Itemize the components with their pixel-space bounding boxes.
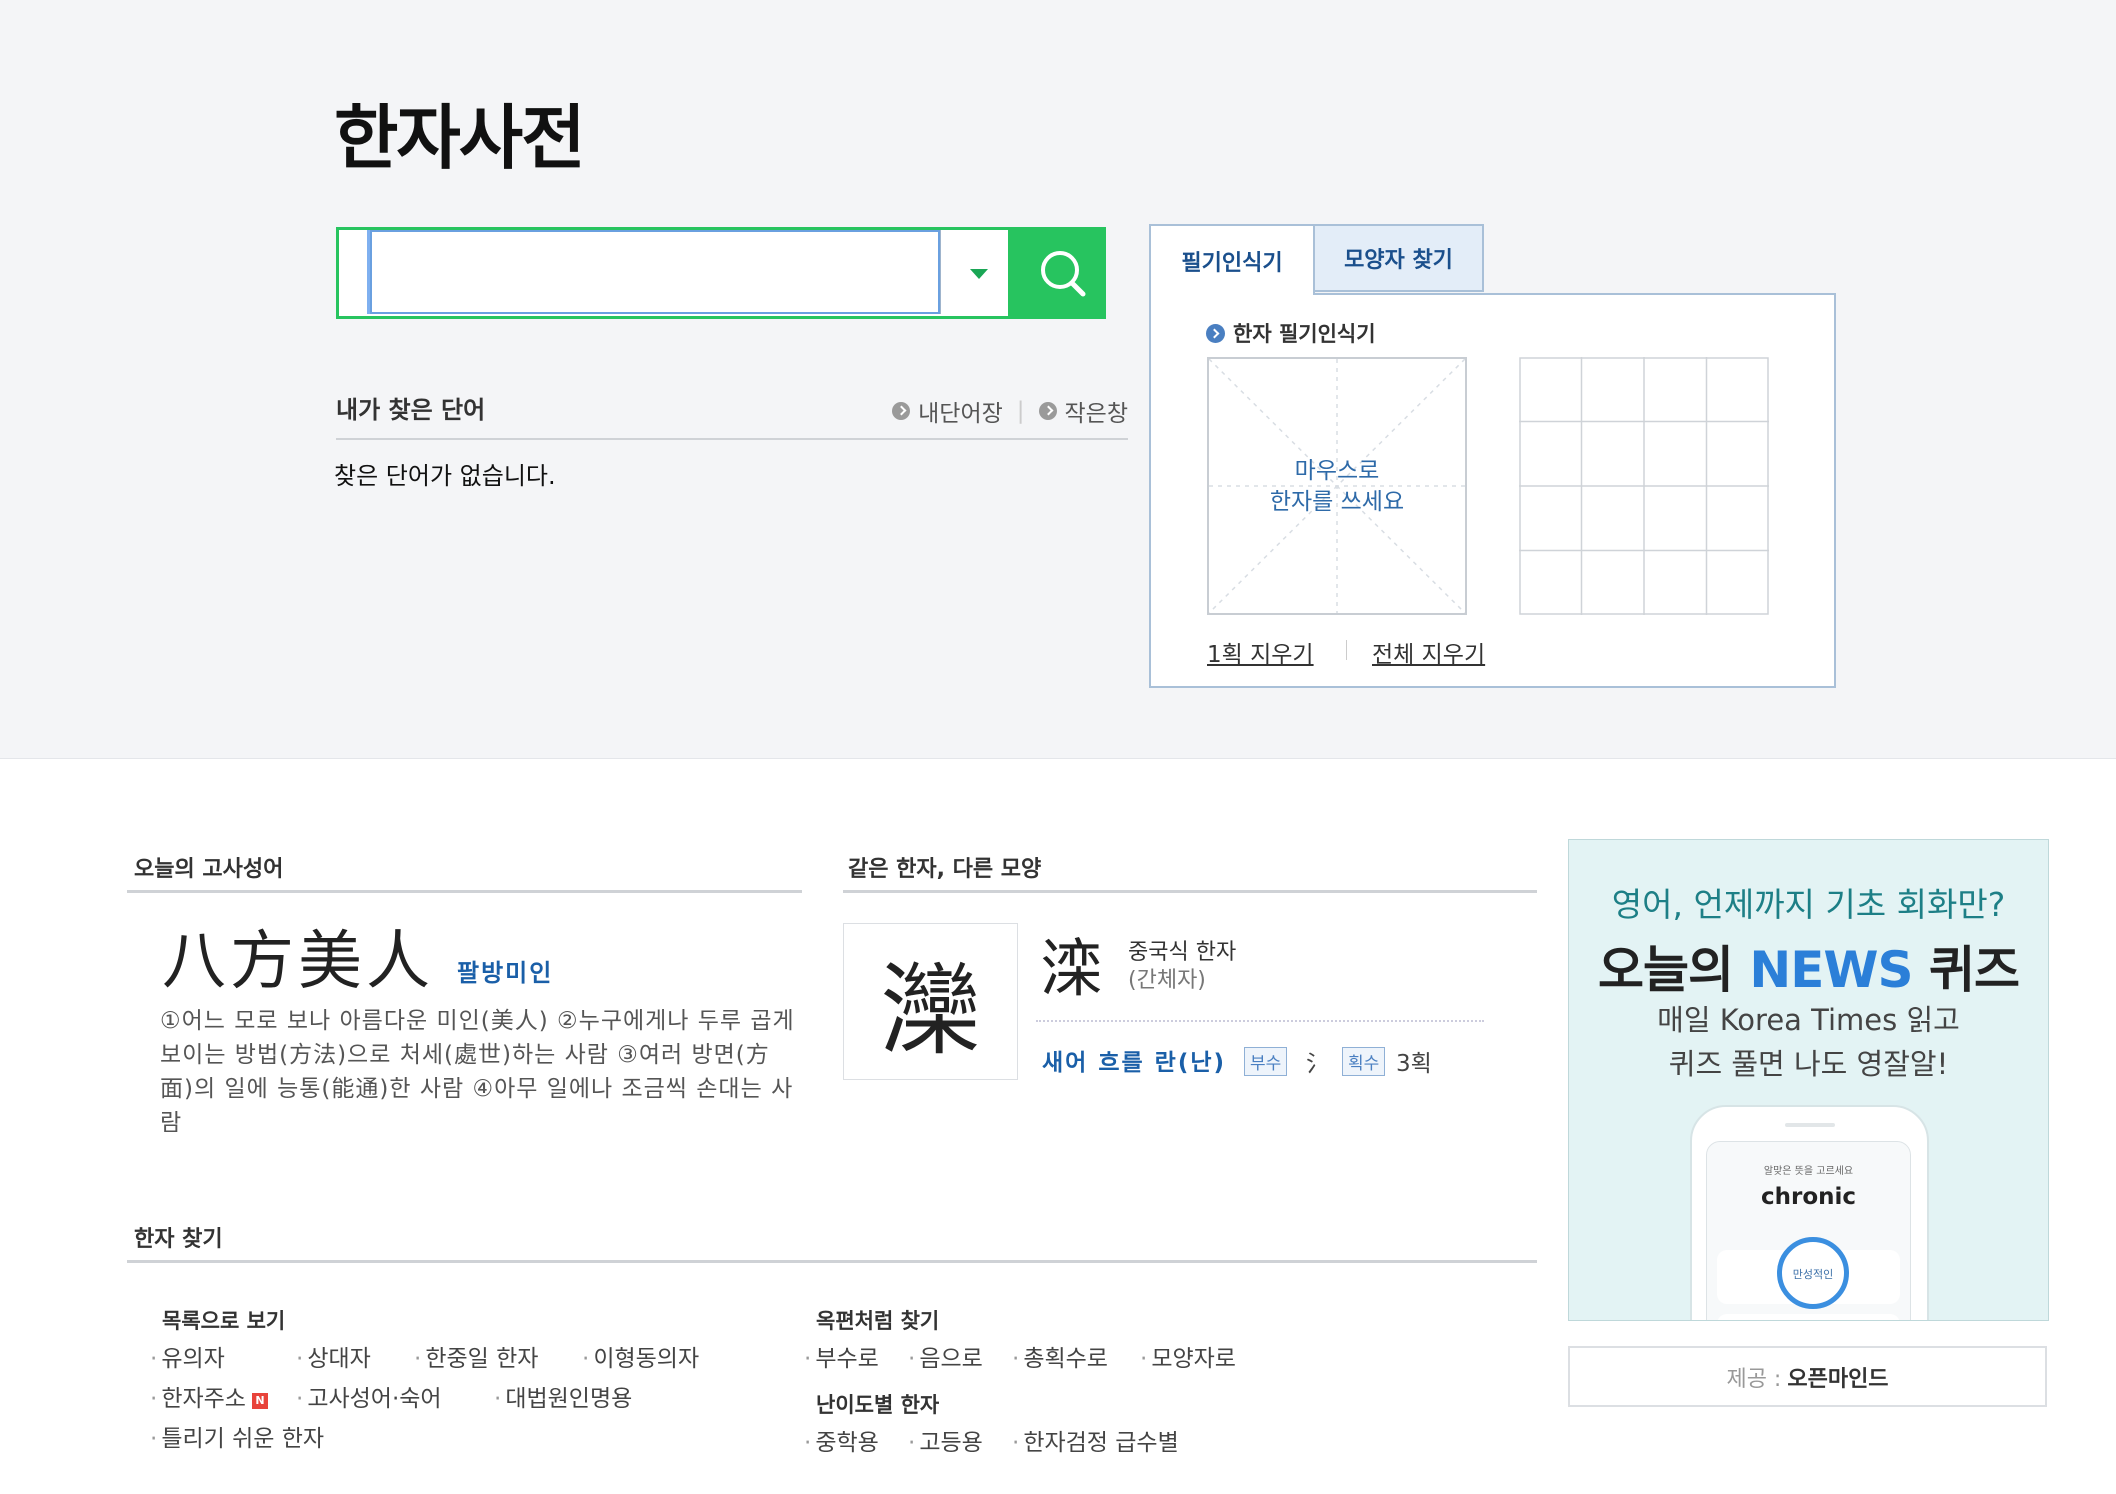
strokes-value: 3획 <box>1396 1051 1432 1077</box>
idiom-hanja[interactable]: 八方美人 <box>162 910 434 1002</box>
handwriting-body: 한자 필기인식기 마우스로 한자를 쓰세요 1획 지우기 전체 지우기 <box>1149 293 1836 688</box>
ad-subtext: 매일 Korea Times 읽고 퀴즈 풀면 나도 영잘알! <box>1569 998 2048 1086</box>
search-box <box>336 227 1015 319</box>
traditional-character[interactable]: 灤 <box>843 923 1018 1080</box>
candidate-grid[interactable] <box>1519 357 1769 615</box>
search-button[interactable] <box>1008 227 1106 319</box>
phone-tip: 알맞은 뜻을 고르세요 <box>1763 1166 1854 1177</box>
phone-option: 만성적인 <box>1792 1268 1834 1281</box>
ad-subtext-line2: 퀴즈 풀면 나도 영잘알! <box>1668 1047 1949 1081</box>
by-stroke-count-link[interactable]: 총획수로 <box>1012 1339 1108 1373</box>
idiom-section-title: 오늘의 고사성어 <box>134 857 284 882</box>
idiom-section-divider <box>127 890 802 893</box>
ad-phone-illustration: 알맞은 뜻을 고르세요 chronic 만성적인 <box>1690 1105 1929 1320</box>
search-area: 한자사전 내가 찾은 단어 내단어장 | 작은창 찾은 단어가 없습니다. 필기… <box>0 0 2116 759</box>
canvas-hint: 마우스로 한자를 쓰세요 <box>1209 456 1465 518</box>
ad-headline-pre: 오늘의 <box>1597 941 1750 999</box>
handwriting-label-text: 한자 필기인식기 <box>1233 322 1376 346</box>
character-dotted-divider <box>1036 1020 1484 1022</box>
by-sound-link[interactable]: 음으로 <box>908 1339 982 1373</box>
handwriting-label: 한자 필기인식기 <box>1206 318 1376 348</box>
tab-shape-search[interactable]: 모양자 찾기 <box>1313 224 1484 292</box>
radical-value: 氵 <box>1306 1051 1329 1077</box>
confusing-hanja-link[interactable]: 틀리기 쉬운 한자 <box>150 1419 324 1453</box>
cjk-hanja-link[interactable]: 한중일 한자 <box>414 1339 538 1373</box>
variant-hanja-link[interactable]: 이형동의자 <box>582 1339 699 1373</box>
okpyeon-title: 옥편처럼 찾기 <box>816 1309 940 1333</box>
idiom-phrase-link[interactable]: 고사성어·숙어 <box>296 1379 441 1413</box>
ad-provider-name[interactable]: 오픈마인드 <box>1787 1361 1888 1393</box>
canvas-hint-line2: 한자를 쓰세요 <box>1269 489 1405 515</box>
chevron-down-icon <box>970 269 988 279</box>
link-divider: | <box>1016 398 1025 424</box>
character-type-sub: (간체자) <box>1128 968 1206 993</box>
erase-one-stroke-link[interactable]: 1획 지우기 <box>1207 635 1314 669</box>
same-hanja-section-title: 같은 한자, 다른 모양 <box>848 857 1042 882</box>
idiom-description: ①어느 모로 보나 아름다운 미인(美人) ②누구에게나 두루 곱게 보이는 방… <box>160 1008 795 1136</box>
ad-banner[interactable]: 영어, 언제까지 기초 회화만? 오늘의 NEWS 퀴즈 매일 Korea Ti… <box>1568 839 2049 1321</box>
erase-all-link[interactable]: 전체 지우기 <box>1372 635 1485 669</box>
phone-option-box-2 <box>1717 1314 1900 1320</box>
antonym-hanja-link[interactable]: 상대자 <box>296 1339 370 1373</box>
list-view-title: 목록으로 보기 <box>162 1309 286 1333</box>
hanja-exam-level-link[interactable]: 한자검정 급수별 <box>1012 1423 1178 1457</box>
my-words-title: 내가 찾은 단어 <box>336 396 486 424</box>
search-input[interactable] <box>367 230 941 314</box>
character-meaning[interactable]: 새어 흐를 란(난) <box>1042 1043 1226 1077</box>
high-school-link[interactable]: 고등용 <box>908 1423 982 1457</box>
ad-provider-label: 제공 : <box>1726 1366 1782 1392</box>
find-hanja-section-title: 한자 찾기 <box>134 1227 223 1252</box>
search-bar <box>336 227 1106 319</box>
ad-line1: 영어, 언제까지 기초 회화만? <box>1611 885 2006 924</box>
middle-school-link[interactable]: 중학용 <box>804 1423 878 1457</box>
ad-headline: 오늘의 NEWS 퀴즈 <box>1569 930 2048 1002</box>
page-title: 한자사전 <box>334 97 586 179</box>
ad-headline-post: 퀴즈 <box>1912 941 2020 999</box>
my-words-links: 내단어장 | 작은창 <box>892 394 1128 428</box>
by-shape-link[interactable]: 모양자로 <box>1140 1339 1236 1373</box>
arrow-right-icon <box>1038 402 1057 420</box>
handwriting-panel: 필기인식기 모양자 찾기 한자 필기인식기 마우스로 한자를 쓰세요 1획 지우… <box>1149 224 1836 688</box>
my-words-divider <box>336 438 1128 440</box>
hanja-address-label: 한자주소 <box>161 1386 246 1412</box>
hanja-address-link[interactable]: 한자주소 N <box>150 1379 268 1413</box>
phone-notch <box>1785 1123 1835 1127</box>
idiom-reading[interactable]: 팔방미인 <box>457 953 553 988</box>
same-hanja-section-divider <box>843 890 1537 893</box>
small-window-label: 작은창 <box>1064 401 1128 427</box>
ad-subtext-line1: 매일 Korea Times 읽고 <box>1657 1003 1960 1037</box>
court-name-hanja-link[interactable]: 대법원인명용 <box>494 1379 632 1413</box>
by-radical-link[interactable]: 부수로 <box>804 1339 878 1373</box>
synonym-hanja-link[interactable]: 유의자 <box>150 1339 224 1373</box>
new-badge: N <box>251 1393 268 1409</box>
radical-tag: 부수 <box>1244 1047 1288 1076</box>
my-words-empty-message: 찾은 단어가 없습니다. <box>334 462 556 490</box>
phone-word: chronic <box>1760 1184 1857 1210</box>
phone-selected-circle: 만성적인 <box>1777 1237 1849 1309</box>
ad-provider: 제공 : 오픈마인드 <box>1568 1346 2047 1407</box>
tab-handwriting[interactable]: 필기인식기 <box>1149 224 1315 295</box>
small-window-link[interactable]: 작은창 <box>1038 394 1128 428</box>
simplified-character[interactable]: 滦 <box>1040 918 1102 1008</box>
search-icon <box>1041 251 1086 297</box>
search-dropdown[interactable] <box>949 230 1009 316</box>
phone-screen: 알맞은 뜻을 고르세요 chronic 만성적인 <box>1706 1141 1911 1320</box>
arrow-right-icon <box>892 402 911 420</box>
my-wordbook-link[interactable]: 내단어장 <box>892 394 1003 428</box>
strokes-tag: 획수 <box>1342 1047 1386 1076</box>
handwriting-canvas[interactable]: 마우스로 한자를 쓰세요 <box>1207 357 1467 615</box>
level-title: 난이도별 한자 <box>816 1393 940 1417</box>
erase-divider <box>1346 640 1347 660</box>
ad-headline-accent: NEWS <box>1749 941 1913 999</box>
find-hanja-section-divider <box>127 1260 1537 1263</box>
canvas-hint-line1: 마우스로 <box>1294 458 1380 484</box>
my-wordbook-label: 내단어장 <box>918 401 1003 427</box>
arrow-right-icon <box>1206 323 1225 343</box>
